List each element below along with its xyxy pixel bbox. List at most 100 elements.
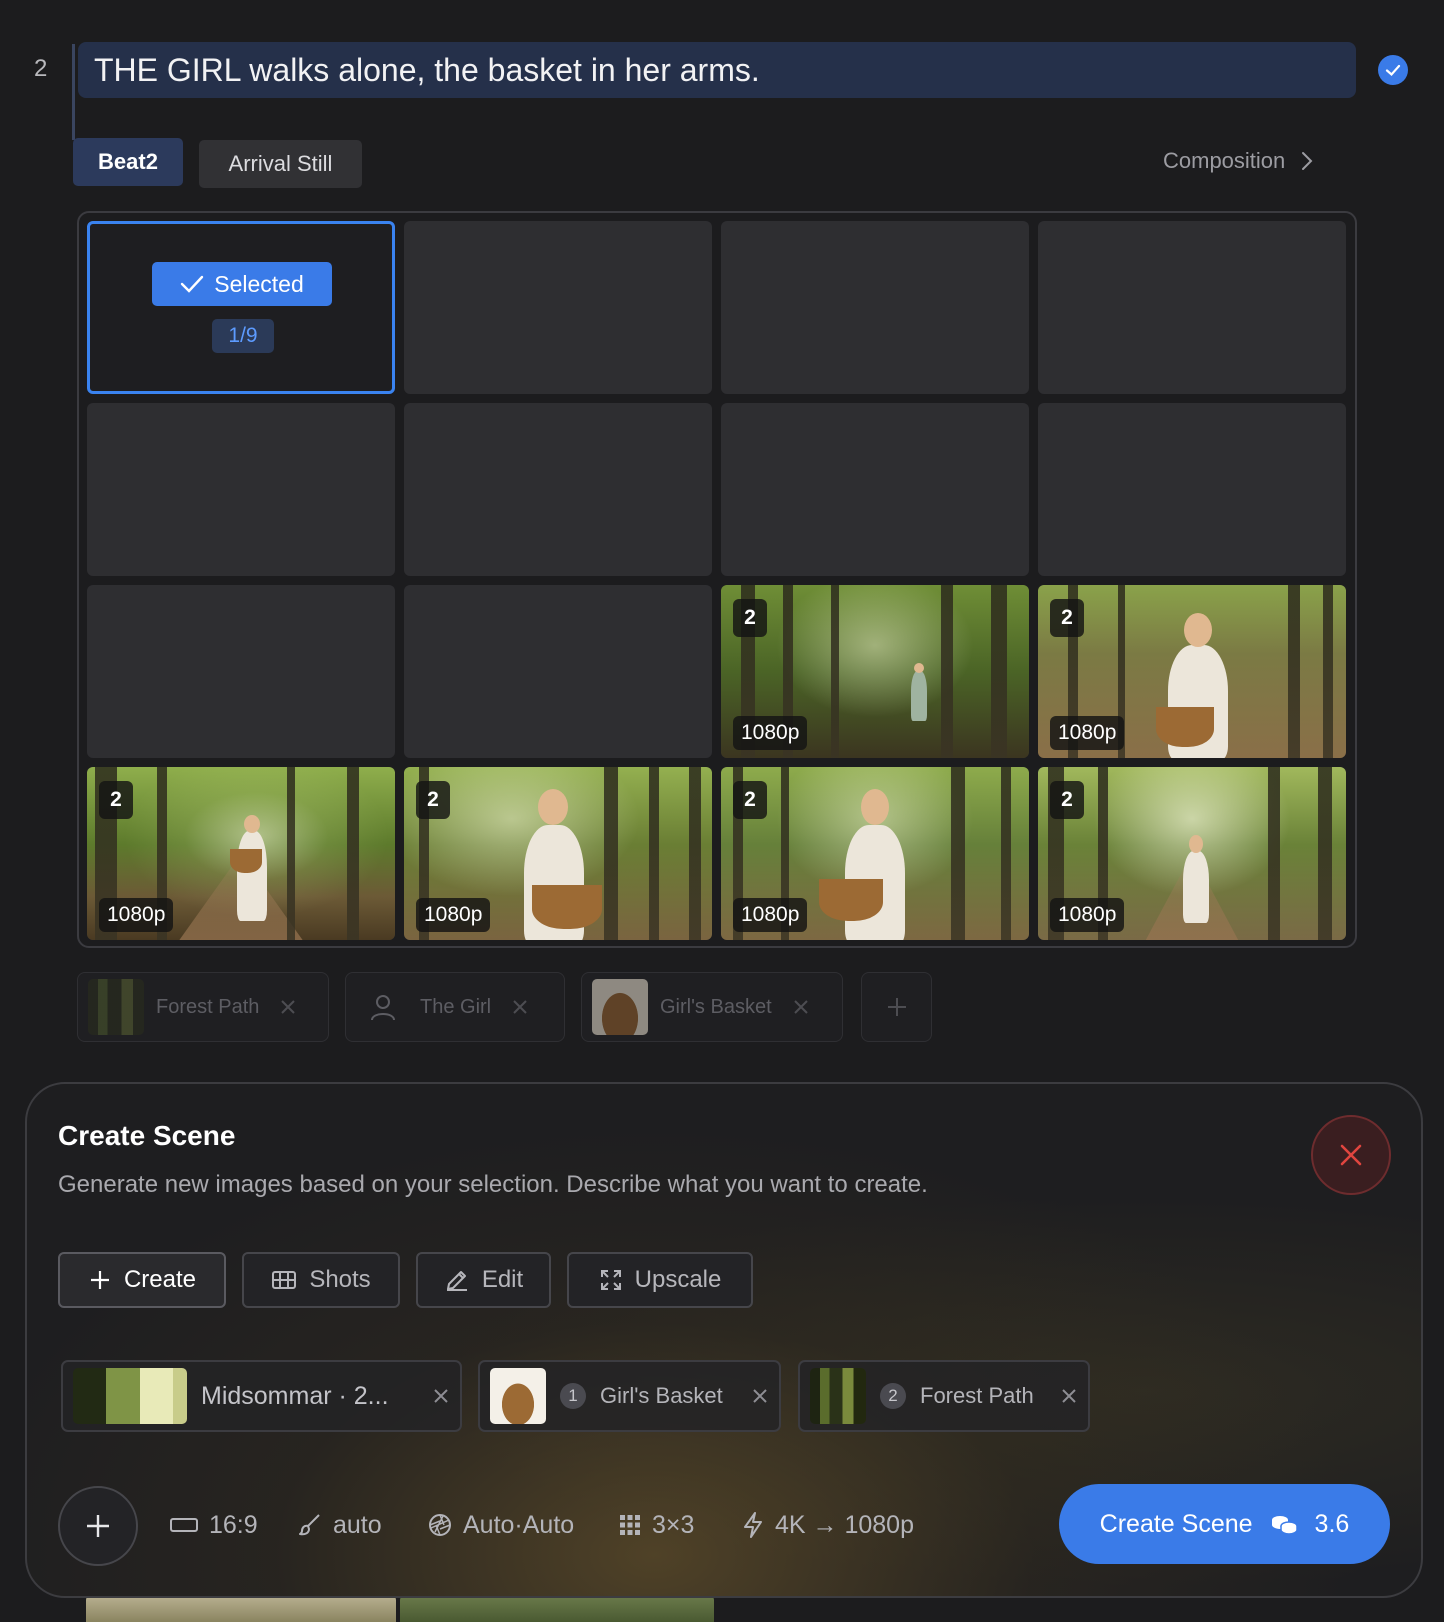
camera-option[interactable]: Auto·Auto [427,1505,574,1545]
mode-shots-button[interactable]: Shots [242,1252,400,1308]
palette-swatch [73,1368,187,1424]
ref-label: Forest Path [920,1383,1034,1408]
mode-upscale-button[interactable]: Upscale [567,1252,753,1308]
ref-chip-girls-basket[interactable]: 1 Girl's Basket [478,1360,781,1432]
mode-label: Create [123,1266,197,1293]
aspect-ratio-label: 16:9 [209,1510,258,1539]
image-count-badge: 2 [1050,599,1084,637]
plus-icon [887,998,906,1016]
forest-thumbnail [88,979,144,1035]
grid-cell-empty[interactable] [1038,221,1346,394]
aspect-ratio-option[interactable]: 16:9 [169,1505,258,1545]
image-grid: Selected 1/9 2 1080p 2 1080p 2 1080p 2 1… [77,211,1357,948]
tag-arrival-still[interactable]: Arrival Still [199,140,362,188]
check-icon [181,275,204,293]
tag-beat[interactable]: Beat2 [73,138,183,186]
resolution-badge: 1080p [416,898,491,932]
grid-icon [620,1515,640,1535]
mode-edit-button[interactable]: Edit [416,1252,551,1308]
prompt-text: THE GIRL walks alone, the basket in her … [94,51,760,88]
asset-label: Forest Path [156,995,260,1018]
asset-chip-forest-path[interactable]: Forest Path [77,972,329,1042]
grid-cell-empty[interactable] [404,585,712,758]
grid-cell-empty[interactable] [87,403,395,576]
style-option[interactable]: auto [297,1505,382,1545]
grid-cell-empty[interactable] [404,221,712,394]
grid-cell-selected[interactable]: Selected 1/9 [87,221,395,394]
close-icon[interactable] [1060,1387,1078,1405]
brush-icon [299,1514,320,1536]
image-count-badge: 2 [1050,781,1084,819]
selected-count: 1/9 [212,319,274,353]
close-icon[interactable] [432,1387,450,1405]
create-scene-button[interactable]: Create Scene 3.6 [1059,1484,1390,1564]
basket-thumbnail [592,979,648,1035]
plus-icon [87,1515,109,1537]
resolution-badge: 1080p [1050,716,1125,750]
panel-title: Create Scene [58,1120,236,1151]
close-icon[interactable] [792,998,810,1016]
resolution-option[interactable]: 4K → 1080p [741,1505,914,1545]
row-number: 2 [34,55,48,82]
grid-cell-empty[interactable] [1038,403,1346,576]
resolution-badge: 1080p [733,898,808,932]
close-panel-button[interactable] [1311,1115,1391,1195]
close-icon[interactable] [279,998,297,1016]
grid-image[interactable]: 2 1080p [721,767,1029,940]
plus-icon [90,1271,109,1289]
asset-label: Girl's Basket [660,995,772,1018]
cost-label: 3.6 [1314,1509,1350,1538]
grid-image[interactable]: 2 1080p [404,767,712,940]
row-indicator-line [72,44,75,140]
style-label: auto [333,1510,382,1539]
layout-label: 3×3 [652,1510,695,1539]
image-count-badge: 2 [416,781,450,819]
resolution-badge: 1080p [1050,898,1125,932]
composition-label: Composition [1163,148,1286,173]
approved-check-icon[interactable] [1378,55,1408,85]
grid-image[interactable]: 2 1080p [1038,767,1346,940]
asset-chip-girls-basket[interactable]: Girl's Basket [581,972,843,1042]
close-icon[interactable] [511,998,529,1016]
grid-cell-empty[interactable] [87,585,395,758]
mode-label: Shots [309,1266,371,1293]
ref-chip-style-palette[interactable]: Midsommar · 2... [61,1360,462,1432]
resolution-badge: 1080p [733,716,808,750]
add-asset-button[interactable] [861,972,932,1042]
grid-cell-empty[interactable] [721,221,1029,394]
aspect-ratio-icon [170,1518,198,1532]
grid-cell-empty[interactable] [721,403,1029,576]
image-count-badge: 2 [99,781,133,819]
selected-button[interactable]: Selected [152,262,332,306]
create-scene-label: Create Scene [1099,1509,1253,1538]
film-icon [272,1271,297,1289]
peek-image [86,1596,396,1622]
prompt-text-box[interactable]: THE GIRL walks alone, the basket in her … [78,42,1356,98]
add-button[interactable] [58,1486,138,1566]
coins-icon [1271,1516,1298,1535]
mode-label: Upscale [634,1266,722,1293]
chevron-right-icon [1302,152,1313,170]
aperture-icon [429,1514,451,1536]
grid-image[interactable]: 2 1080p [721,585,1029,758]
layout-option[interactable]: 3×3 [618,1505,694,1545]
ref-chip-forest-path[interactable]: 2 Forest Path [798,1360,1090,1432]
ref-label: Midsommar · 2... [201,1381,389,1410]
pencil-icon [446,1271,467,1291]
ref-index: 2 [880,1383,906,1409]
composition-link[interactable]: Composition [1163,148,1313,174]
close-icon[interactable] [751,1387,769,1405]
basket-thumbnail [490,1368,546,1424]
grid-cell-empty[interactable] [404,403,712,576]
resolution-badge: 1080p [99,898,174,932]
grid-image[interactable]: 2 1080p [1038,585,1346,758]
mode-label: Edit [481,1266,524,1293]
asset-chip-the-girl[interactable]: The Girl [345,972,565,1042]
camera-label: Auto·Auto [463,1510,575,1539]
lightning-icon [744,1512,762,1538]
selected-label: Selected [214,270,304,297]
mode-create-button[interactable]: Create [58,1252,226,1308]
grid-image[interactable]: 2 1080p [87,767,395,940]
person-icon [371,995,395,1021]
forest-thumbnail [810,1368,866,1424]
